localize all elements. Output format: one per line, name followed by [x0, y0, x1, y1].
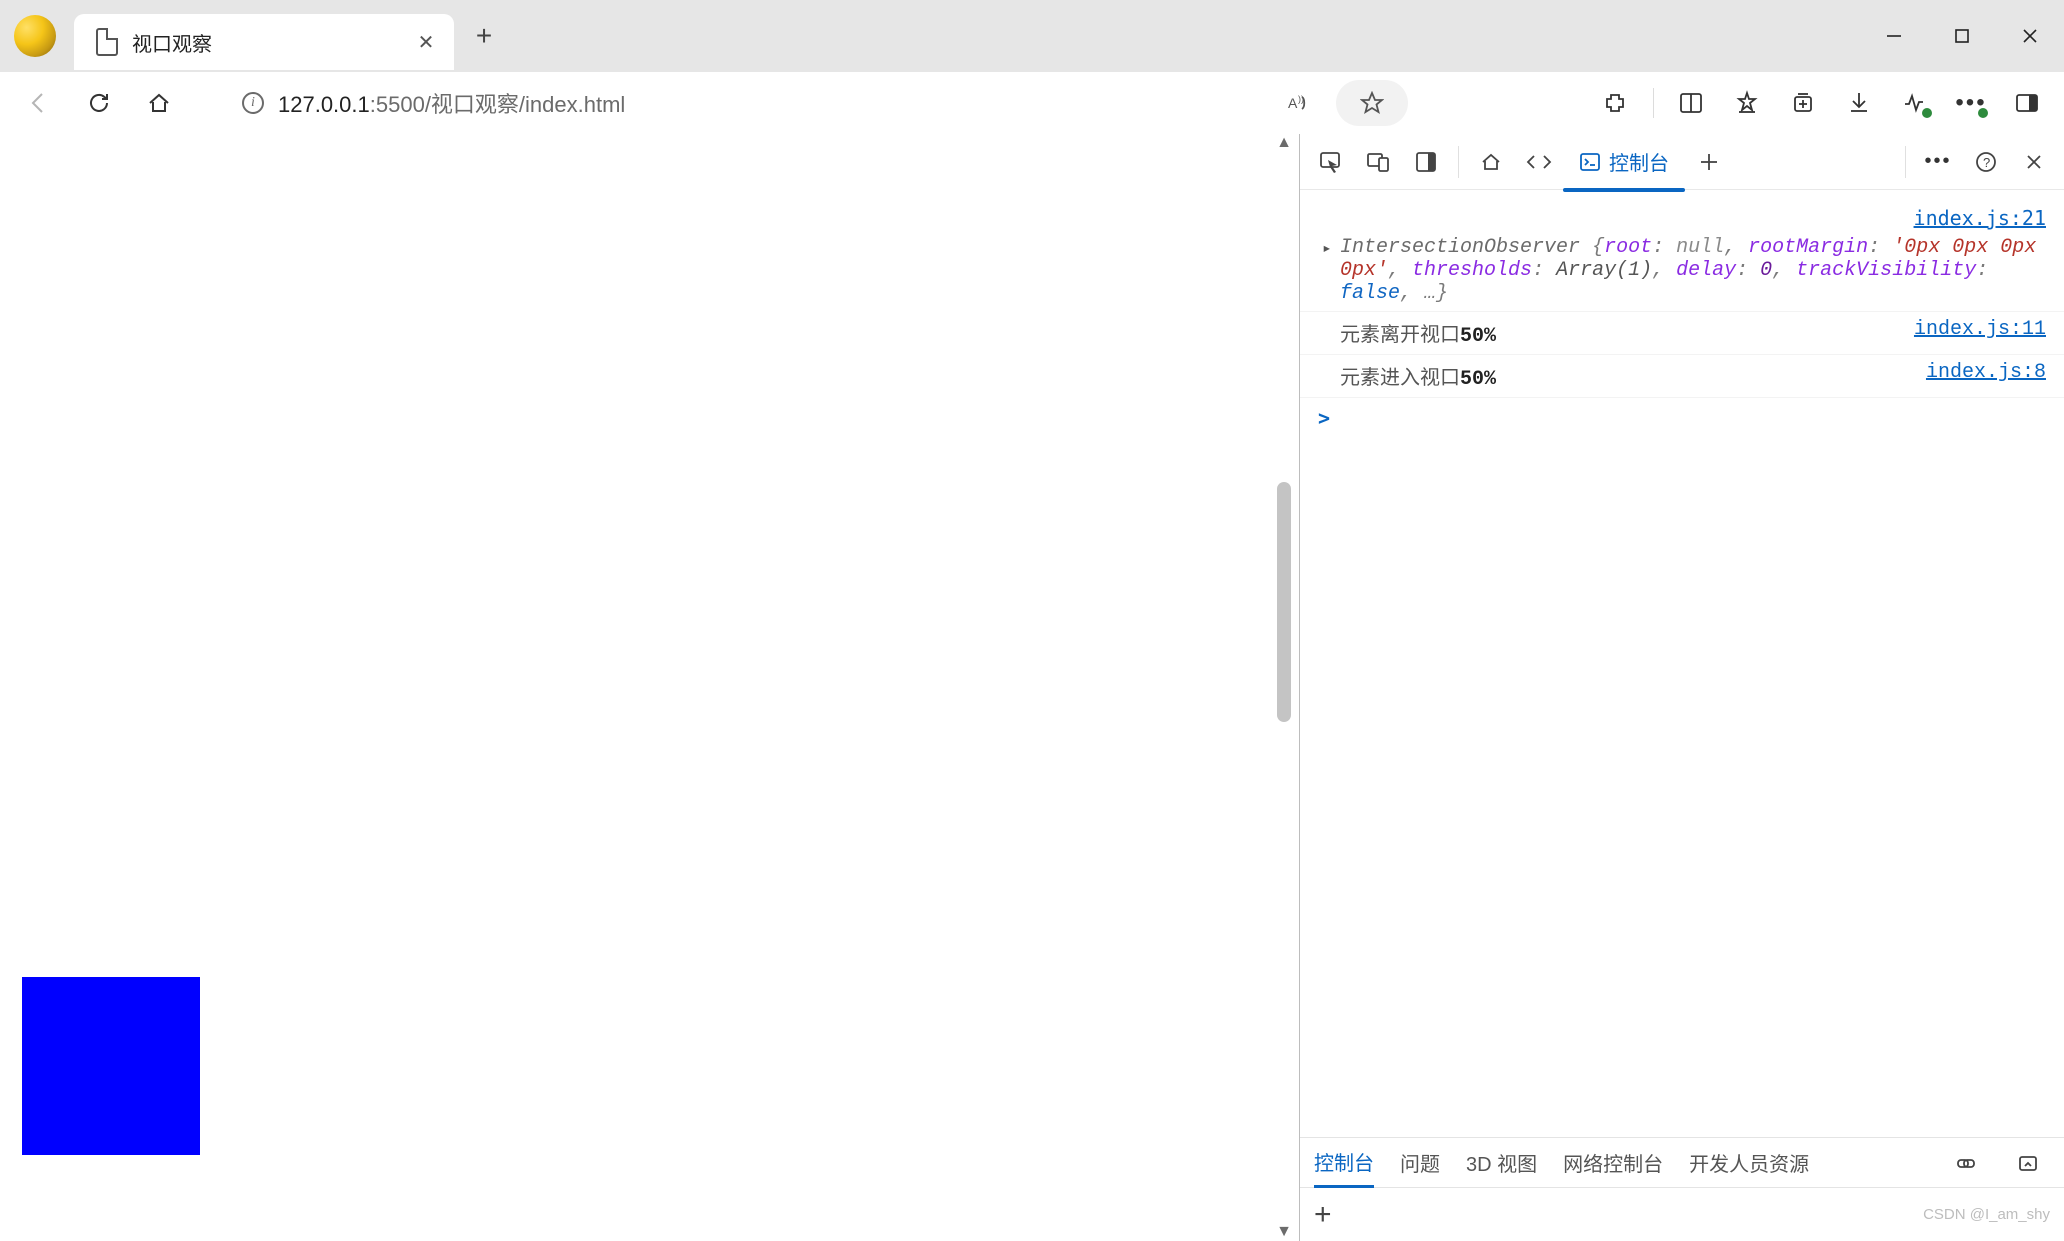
badge-dot-icon — [1922, 108, 1932, 118]
add-tab-button[interactable] — [1687, 140, 1731, 184]
badge-dot-icon — [1978, 108, 1988, 118]
devtools-tabbar: 控制台 ••• ? — [1300, 134, 2064, 190]
elements-tab[interactable] — [1517, 140, 1561, 184]
device-panel-button[interactable] — [1404, 140, 1448, 184]
console-text-log: 元素进入视口50% — [1340, 361, 1904, 391]
devtools-more-button[interactable]: ••• — [1916, 140, 1960, 184]
favorite-button[interactable] — [1336, 80, 1408, 126]
read-aloud-icon[interactable]: A)) — [1276, 80, 1322, 126]
welcome-tab[interactable] — [1469, 140, 1513, 184]
console-input[interactable]: > — [1300, 398, 2064, 438]
settings-menu-button[interactable]: ••• — [1946, 80, 1996, 126]
address-text: 127.0.0.1:5500/视口观察/index.html — [278, 87, 625, 119]
address-bar[interactable]: i 127.0.0.1:5500/视口观察/index.html — [224, 80, 1264, 126]
divider — [1458, 146, 1459, 178]
downloads-button[interactable] — [1834, 80, 1884, 126]
site-info-icon[interactable]: i — [242, 92, 264, 114]
page-blue-box — [22, 977, 200, 1155]
new-tab-button[interactable]: + — [462, 14, 506, 58]
window-minimize-button[interactable] — [1860, 11, 1928, 61]
profile-avatar-icon[interactable] — [14, 15, 56, 57]
chevron-right-icon: > — [1318, 406, 1330, 430]
scroll-down-icon[interactable]: ▼ — [1273, 1223, 1295, 1241]
window-close-button[interactable] — [1996, 11, 2064, 61]
devtools-drawer-tabs: 控制台 问题 3D 视图 网络控制台 开发人员资源 — [1300, 1137, 2064, 1187]
console-output[interactable]: index.js:21 IntersectionObserver {root: … — [1300, 190, 2064, 1137]
console-tab-label: 控制台 — [1609, 147, 1669, 176]
divider — [1905, 146, 1906, 178]
extensions-button[interactable] — [1591, 80, 1641, 126]
console-source-link[interactable]: index.js:8 — [1926, 361, 2046, 391]
file-icon — [96, 28, 118, 56]
drawer-tab-3dview[interactable]: 3D 视图 — [1466, 1138, 1537, 1187]
divider — [1653, 88, 1654, 118]
devtools-command-row: + CSDN @I_am_shy — [1300, 1187, 2064, 1241]
svg-text:A: A — [1288, 95, 1298, 111]
browser-titlebar: 视口观察 ✕ + — [0, 0, 2064, 72]
console-text-log: 元素离开视口50% — [1340, 318, 1892, 348]
window-maximize-button[interactable] — [1928, 11, 1996, 61]
drawer-expand-icon[interactable] — [2006, 1141, 2050, 1185]
inspect-element-button[interactable] — [1308, 140, 1352, 184]
favorites-list-button[interactable] — [1722, 80, 1772, 126]
console-object-log[interactable]: IntersectionObserver {root: null, rootMa… — [1340, 236, 2046, 305]
console-tab[interactable]: 控制台 — [1565, 140, 1683, 184]
device-toolbar-button[interactable] — [1356, 140, 1400, 184]
nav-home-button[interactable] — [132, 80, 186, 126]
nav-refresh-button[interactable] — [72, 80, 126, 126]
drawer-link-icon[interactable] — [1944, 1141, 1988, 1185]
scroll-up-icon[interactable]: ▲ — [1273, 134, 1295, 152]
drawer-tab-dev-resources[interactable]: 开发人员资源 — [1689, 1138, 1809, 1187]
split-screen-button[interactable] — [1666, 80, 1716, 126]
page-scrollbar[interactable]: ▲ ▼ — [1273, 134, 1295, 1241]
devtools-help-button[interactable]: ? — [1964, 140, 2008, 184]
browser-toolbar: i 127.0.0.1:5500/视口观察/index.html A)) ••• — [0, 72, 2064, 134]
console-source-link[interactable]: index.js:21 — [1312, 200, 2064, 230]
tab-title: 视口观察 — [132, 28, 400, 57]
console-source-link[interactable]: index.js:11 — [1914, 318, 2046, 348]
nav-back-button — [12, 80, 66, 126]
watermark-text: CSDN @I_am_shy — [1923, 1206, 2050, 1223]
devtools-close-button[interactable] — [2012, 140, 2056, 184]
page-viewport-area: ▲ ▼ — [0, 134, 1300, 1241]
browser-tab[interactable]: 视口观察 ✕ — [74, 14, 454, 70]
drawer-tab-network-console[interactable]: 网络控制台 — [1563, 1138, 1663, 1187]
performance-button[interactable] — [1890, 80, 1940, 126]
drawer-tab-issues[interactable]: 问题 — [1400, 1138, 1440, 1187]
sidebar-toggle-button[interactable] — [2002, 80, 2052, 126]
scroll-thumb[interactable] — [1277, 482, 1291, 722]
tab-close-button[interactable]: ✕ — [414, 30, 438, 54]
svg-text:)): )) — [1298, 94, 1304, 104]
collections-button[interactable] — [1778, 80, 1828, 126]
drawer-tab-console[interactable]: 控制台 — [1314, 1139, 1374, 1188]
devtools-panel: 控制台 ••• ? index.js:21 IntersectionObserv… — [1300, 134, 2064, 1241]
add-expression-button[interactable]: + — [1314, 1198, 1332, 1232]
page-document[interactable] — [10, 140, 1271, 1231]
svg-text:?: ? — [1983, 155, 1990, 170]
